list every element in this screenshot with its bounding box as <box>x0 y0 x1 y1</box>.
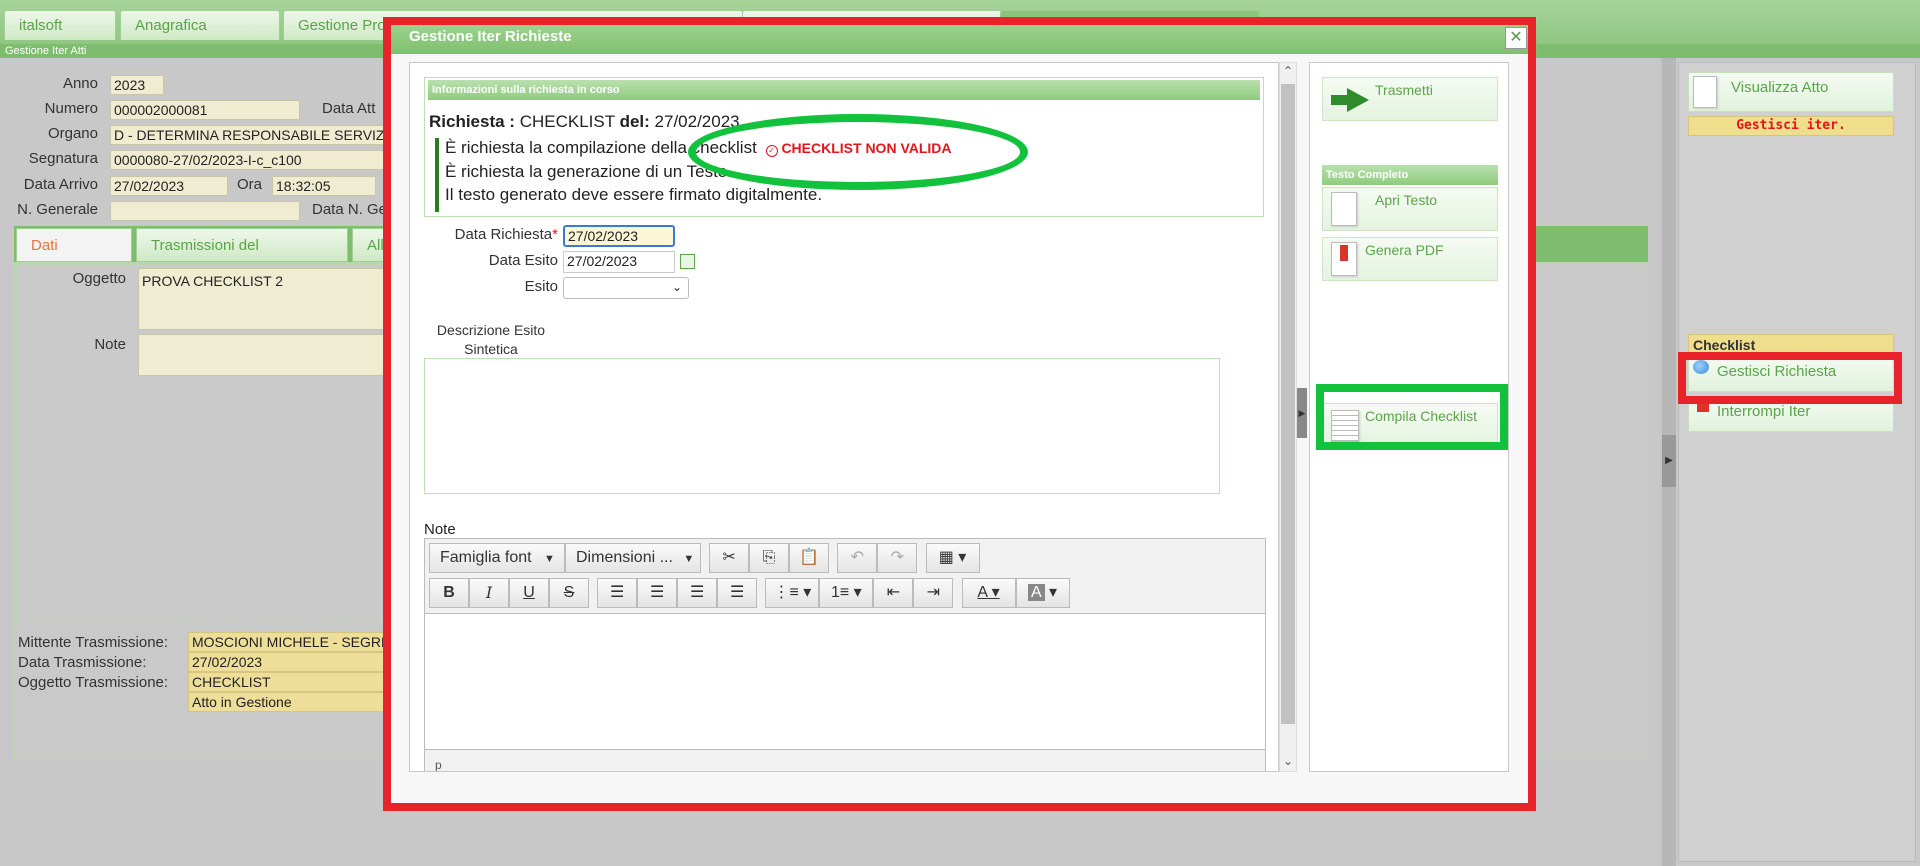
oggetto-label: Oggetto <box>72 270 126 287</box>
tab-anagrafica-pareri[interactable]: Anagrafica Pareri✕ <box>120 10 280 64</box>
visualizza-atto-button[interactable]: Visualizza Atto <box>1688 72 1894 112</box>
tab-italsoft-home[interactable]: italsoft Home <box>4 10 116 64</box>
n-generale-field[interactable] <box>110 201 300 221</box>
data-arrivo-field[interactable]: 27/02/2023 <box>110 176 228 196</box>
oggetto-trasmissione-label: Oggetto Trasmissione: <box>18 674 169 691</box>
numero-label: Numero <box>44 100 98 117</box>
gestisci-iter-badge: Gestisci iter. <box>1688 116 1894 136</box>
numero-field[interactable]: 000002000081 <box>110 100 300 120</box>
data-arrivo-label: Data Arrivo <box>23 176 98 193</box>
data-atto-label: Data Att <box>322 100 376 117</box>
oggetto-trasmissione-field: CHECKLIST <box>188 672 388 692</box>
data-trasmissione-label: Data Trasmissione: <box>18 654 147 671</box>
segnatura-label: Segnatura <box>28 150 98 167</box>
ora-label: Ora <box>236 176 262 193</box>
note-field[interactable] <box>138 334 388 376</box>
stato-atto-field: Atto in Gestione <box>188 692 388 712</box>
document-icon <box>1693 76 1717 108</box>
ora-field[interactable]: 18:32:05 <box>272 176 376 196</box>
note-label: Note <box>94 336 126 353</box>
organo-field[interactable]: D - DETERMINA RESPONSABILE SERVIZIO <box>110 125 386 145</box>
tab-label: Gestione Prop <box>298 17 394 34</box>
tab-trasmissioni[interactable]: Trasmissioni del Documento <box>136 228 348 288</box>
collapse-arrow-icon[interactable]: ▶ <box>1662 435 1676 487</box>
checklist-header: Checklist <box>1688 334 1894 354</box>
highlight-compila-checklist <box>1316 384 1508 450</box>
oggetto-field[interactable]: PROVA CHECKLIST 2 <box>138 268 388 330</box>
segnatura-field[interactable]: 0000080-27/02/2023-I-c_c100 <box>110 150 386 170</box>
tab-dati-principali[interactable]: Dati Principali <box>16 228 132 288</box>
anno-label: Anno <box>62 75 98 92</box>
mittente-label: Mittente Trasmissione: <box>18 634 169 651</box>
n-generale-label: N. Generale <box>17 201 98 218</box>
data-n-generale-label: Data N. Ge <box>312 201 388 218</box>
button-label: Visualizza Atto <box>1731 79 1829 96</box>
anno-field[interactable]: 2023 <box>110 75 164 95</box>
highlight-checklist-status <box>688 114 1028 190</box>
organo-label: Organo <box>47 125 98 142</box>
highlight-gestisci-richiesta <box>1678 352 1902 404</box>
mittente-field: MOSCIONI MICHELE - SEGRETE <box>188 632 388 652</box>
button-label: Interrompi Iter <box>1717 403 1811 420</box>
data-trasmissione-field: 27/02/2023 <box>188 652 388 672</box>
sidebar-panel <box>1678 62 1916 862</box>
